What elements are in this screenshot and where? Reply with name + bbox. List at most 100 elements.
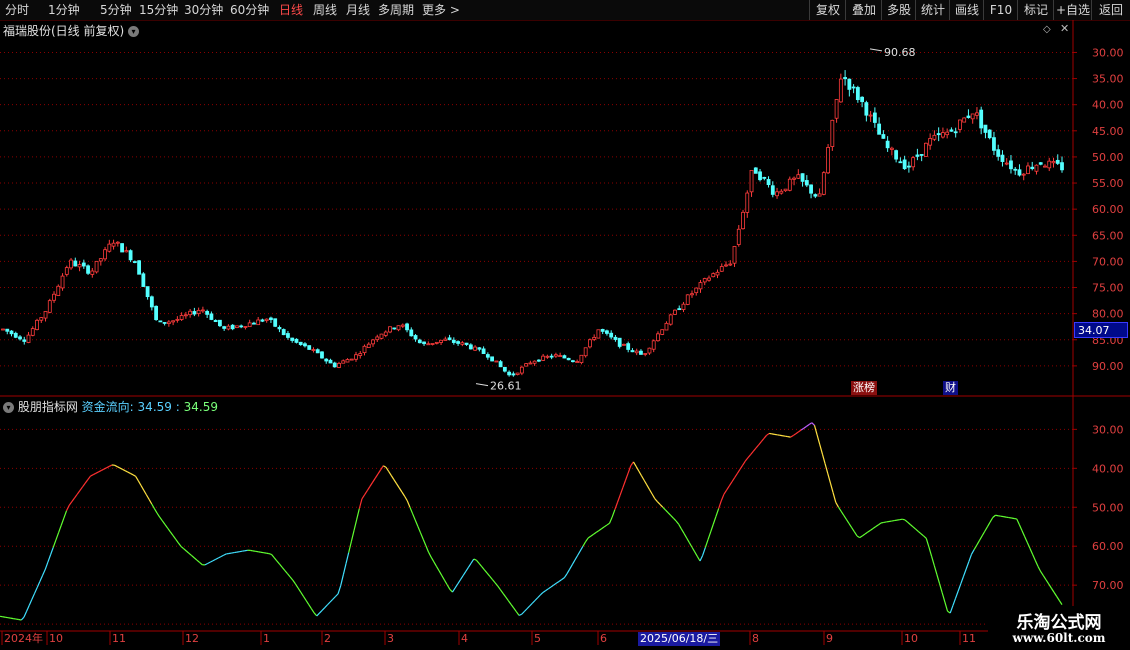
low-marker-line xyxy=(475,383,489,387)
indicator-line-segment xyxy=(792,433,797,437)
candle-body xyxy=(1060,162,1064,171)
candle-body xyxy=(98,258,103,262)
indicator-line-segment xyxy=(467,562,472,568)
candle-body xyxy=(43,311,48,319)
candle-body xyxy=(924,142,928,157)
candle-body xyxy=(188,310,193,316)
indicator-line-segment xyxy=(130,472,134,476)
candle-body xyxy=(949,129,954,132)
indicator-line-segment xyxy=(414,519,419,527)
indicator-line-segment xyxy=(902,518,906,521)
indicator-line-segment xyxy=(188,552,193,557)
indicator-line-segment xyxy=(52,539,57,548)
indicator-line-segment xyxy=(481,566,485,571)
indicator-line-segment xyxy=(286,573,291,578)
indicator-line-segment xyxy=(153,508,158,514)
indicator-line-segment xyxy=(574,555,579,561)
candle-body xyxy=(485,354,490,358)
price-tick-label: 50.00 xyxy=(1092,151,1124,164)
candle-body xyxy=(64,267,69,275)
indicator-line-segment xyxy=(976,540,981,546)
chart-canvas[interactable]: 90.0085.0080.0075.0070.0065.0060.0055.00… xyxy=(0,0,1130,650)
candle-body xyxy=(1013,168,1018,171)
indicator-line-segment xyxy=(835,502,839,508)
indicator-line-segment xyxy=(614,502,619,510)
candle-body xyxy=(247,322,252,328)
indicator-line-segment xyxy=(135,476,139,482)
candle-body xyxy=(766,179,771,186)
candle-body xyxy=(915,154,920,157)
indicator-line-segment xyxy=(302,595,307,601)
indicator-line-segment xyxy=(763,434,768,439)
indicator-line-segment xyxy=(656,501,661,505)
candle-body xyxy=(545,355,550,358)
candle-body xyxy=(1030,166,1035,170)
indicator-line-segment xyxy=(294,583,299,589)
candle-body xyxy=(307,345,312,350)
indicator-line-segment xyxy=(497,585,501,591)
candle-body xyxy=(681,303,686,311)
candle-body xyxy=(388,326,392,333)
candle-body xyxy=(562,355,567,359)
indicator-line-segment xyxy=(640,475,645,481)
candle-body xyxy=(264,318,269,321)
indicator-line-segment xyxy=(651,493,656,499)
indicator-line-segment xyxy=(268,553,272,555)
finance-badge[interactable]: 财 xyxy=(943,381,958,395)
limit-up-badge[interactable]: 涨榜 xyxy=(851,381,877,395)
indicator-line-segment xyxy=(587,535,592,539)
indicator-line-segment xyxy=(63,510,68,519)
indicator-line-segment xyxy=(553,582,557,586)
candle-body xyxy=(149,296,154,308)
candle-body xyxy=(1021,173,1026,176)
chevron-down-icon[interactable]: ▾ xyxy=(128,26,140,37)
candle-body xyxy=(94,260,99,273)
candle-body xyxy=(324,358,329,362)
indicator-line-segment xyxy=(702,547,706,556)
indicator-line-segment xyxy=(678,524,682,530)
indicator-line-segment xyxy=(199,562,203,566)
candle-body xyxy=(103,249,107,260)
candle-body xyxy=(1047,160,1052,169)
indicator-separator: : xyxy=(175,400,180,414)
candle-body xyxy=(443,338,448,341)
candle-body xyxy=(30,328,35,336)
candle-body xyxy=(549,355,554,358)
candle-body xyxy=(47,300,52,313)
indicator-line-segment xyxy=(579,546,584,552)
indicator-name[interactable]: 股朋指标网 xyxy=(18,400,78,414)
indicator-line-segment xyxy=(475,559,480,564)
indicator-line-segment xyxy=(353,519,358,531)
candle-body xyxy=(81,262,86,267)
indicator-line-segment xyxy=(526,605,531,610)
indicator-line-segment xyxy=(949,605,954,614)
indicator-line-segment xyxy=(435,566,440,572)
candle-body xyxy=(243,326,248,328)
indicator-line-segment xyxy=(624,472,629,481)
indicator-line-segment xyxy=(172,535,177,540)
candle-body xyxy=(315,349,320,354)
candle-body xyxy=(855,87,860,101)
indicator-line-segment xyxy=(177,542,182,547)
indicator-line-segment xyxy=(361,494,366,500)
indicator-line-segment xyxy=(44,561,49,570)
indicator-line-segment xyxy=(563,573,568,579)
indicator-line-segment xyxy=(345,552,350,564)
chevron-down-icon[interactable]: ▾ xyxy=(3,402,14,413)
indicator-line-segment xyxy=(648,489,653,495)
close-icon[interactable]: ✕ xyxy=(1060,22,1069,35)
indicator-line-segment xyxy=(664,509,669,514)
indicator-line-segment xyxy=(76,490,81,495)
candle-body xyxy=(337,363,341,368)
candle-body xyxy=(209,313,214,320)
candle-body xyxy=(392,327,397,330)
indicator-line-segment xyxy=(366,486,371,491)
indicator-line-segment xyxy=(686,537,690,543)
indicator-line-segment xyxy=(920,533,924,537)
candle-body xyxy=(834,99,839,119)
candle-body xyxy=(945,131,950,136)
candle-body xyxy=(651,340,656,350)
diamond-icon[interactable]: ◇ xyxy=(1043,24,1051,35)
candle-body xyxy=(451,339,456,343)
price-panel-title[interactable]: 福瑞股份(日线 前复权) ▾ xyxy=(3,22,140,39)
